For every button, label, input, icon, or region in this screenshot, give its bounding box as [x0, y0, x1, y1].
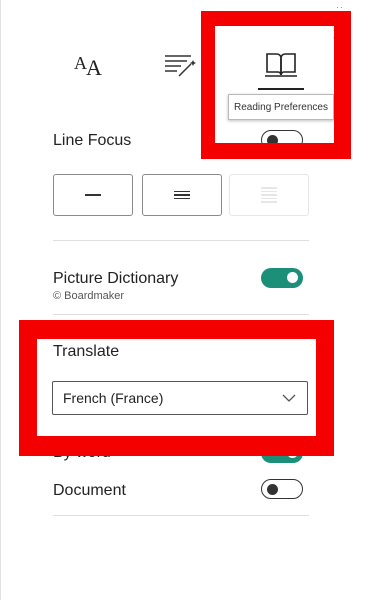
grammar-wand-icon: [165, 55, 196, 77]
toggle-knob: [267, 483, 278, 495]
toggle-knob: [267, 134, 278, 146]
open-book-icon: [265, 53, 297, 77]
line-focus-three-lines-button[interactable]: [142, 174, 222, 216]
selected-language: French (France): [63, 390, 164, 406]
translate-label: Translate: [53, 343, 120, 360]
toggle-knob: [287, 447, 298, 458]
divider: [53, 240, 309, 241]
picture-dictionary-toggle[interactable]: [261, 268, 303, 288]
reading-preferences-tooltip: Reading Preferences: [228, 94, 334, 120]
translate-language-select[interactable]: French (France): [52, 381, 308, 415]
selected-tab-indicator: [258, 88, 304, 90]
five-lines-icon: [261, 187, 277, 203]
svg-text:A: A: [86, 55, 102, 79]
picture-dictionary-credit: © Boardmaker: [53, 290, 125, 302]
line-focus-one-line-button[interactable]: [53, 174, 133, 216]
document-toggle[interactable]: [261, 479, 303, 499]
close-button[interactable]: ×: [327, 24, 349, 46]
by-word-label: By word: [53, 444, 111, 461]
tab-text-options[interactable]: A A: [64, 42, 114, 86]
text-size-icon: A A: [74, 53, 102, 79]
picture-dictionary-label: Picture Dictionary: [53, 270, 179, 287]
by-word-toggle[interactable]: [261, 443, 303, 463]
tab-grammar-options[interactable]: [156, 42, 206, 86]
top-marks: ··: [336, 2, 344, 12]
three-lines-icon: [174, 190, 190, 200]
divider: [53, 515, 309, 516]
chevron-down-icon: [282, 394, 296, 402]
toggle-knob: [287, 272, 298, 283]
line-focus-toggle[interactable]: [261, 130, 303, 150]
line-focus-label: Line Focus: [53, 132, 132, 149]
line-focus-five-lines-button: [229, 174, 309, 216]
close-icon: ×: [332, 23, 344, 46]
divider: [53, 314, 309, 315]
document-label: Document: [53, 482, 126, 499]
single-line-icon: [85, 194, 101, 196]
tab-reading-preferences[interactable]: [255, 42, 307, 86]
panel-left-border: [0, 0, 1, 600]
